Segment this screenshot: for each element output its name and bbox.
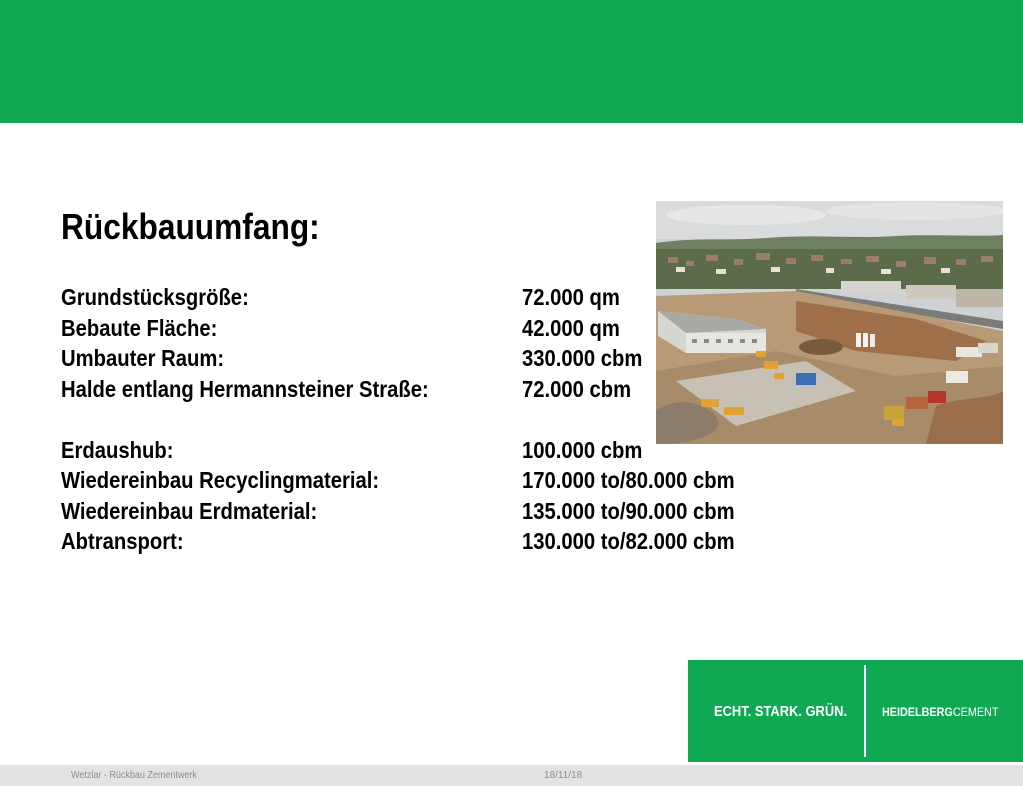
fact-value: 130.000 to/82.000 cbm <box>522 528 735 554</box>
fact-value: 135.000 to/90.000 cbm <box>522 497 735 524</box>
logo-text-light: CEMENT <box>952 705 999 719</box>
fact-value: 330.000 cbm <box>522 345 643 371</box>
fact-label: Grundstücksgröße: <box>61 284 249 310</box>
fact-value: 72.000 cbm <box>522 375 632 402</box>
fact-label: Wiedereinbau Recyclingmaterial: <box>61 467 380 493</box>
fact-value: 42.000 qm <box>522 314 620 341</box>
slide-title: Rückbauumfang: <box>61 206 320 247</box>
fact-row: Wiedereinbau Erdmaterial: 135.000 to/90.… <box>61 498 761 529</box>
fact-label: Erdaushub: <box>61 436 174 463</box>
fact-label: Wiedereinbau Erdmaterial: <box>61 497 318 524</box>
brand-divider <box>864 665 866 757</box>
construction-site-photo <box>656 201 1003 444</box>
fact-row: Wiedereinbau Recyclingmaterial: 170.000 … <box>61 467 761 498</box>
fact-label: Halde entlang Hermannsteiner Straße: <box>61 375 429 402</box>
logo-text-strong: HEIDELBERG <box>882 705 953 719</box>
footer-date: 18/11/18 <box>544 770 583 781</box>
fact-label: Bebaute Fläche: <box>61 314 218 341</box>
fact-value: 170.000 to/80.000 cbm <box>522 467 735 493</box>
heidelbergcement-logo: HEIDELBERGCEMENT <box>882 705 998 719</box>
fact-label: Umbauter Raum: <box>61 345 225 371</box>
footer-bar: Wetzlar - Rückbau Zementwerk 18/11/18 <box>0 765 1023 786</box>
fact-value: 72.000 qm <box>522 284 620 310</box>
brand-claim: ECHT. STARK. GRÜN. <box>714 703 848 720</box>
fact-label: Abtransport: <box>61 528 184 554</box>
fact-value: 100.000 cbm <box>522 436 643 463</box>
header-band <box>0 0 1023 123</box>
brand-box: ECHT. STARK. GRÜN. HEIDELBERGCEMENT <box>688 660 1023 762</box>
fact-row: Abtransport: 130.000 to/82.000 cbm <box>61 528 761 559</box>
footer-presentation-name: Wetzlar - Rückbau Zementwerk <box>71 770 197 781</box>
